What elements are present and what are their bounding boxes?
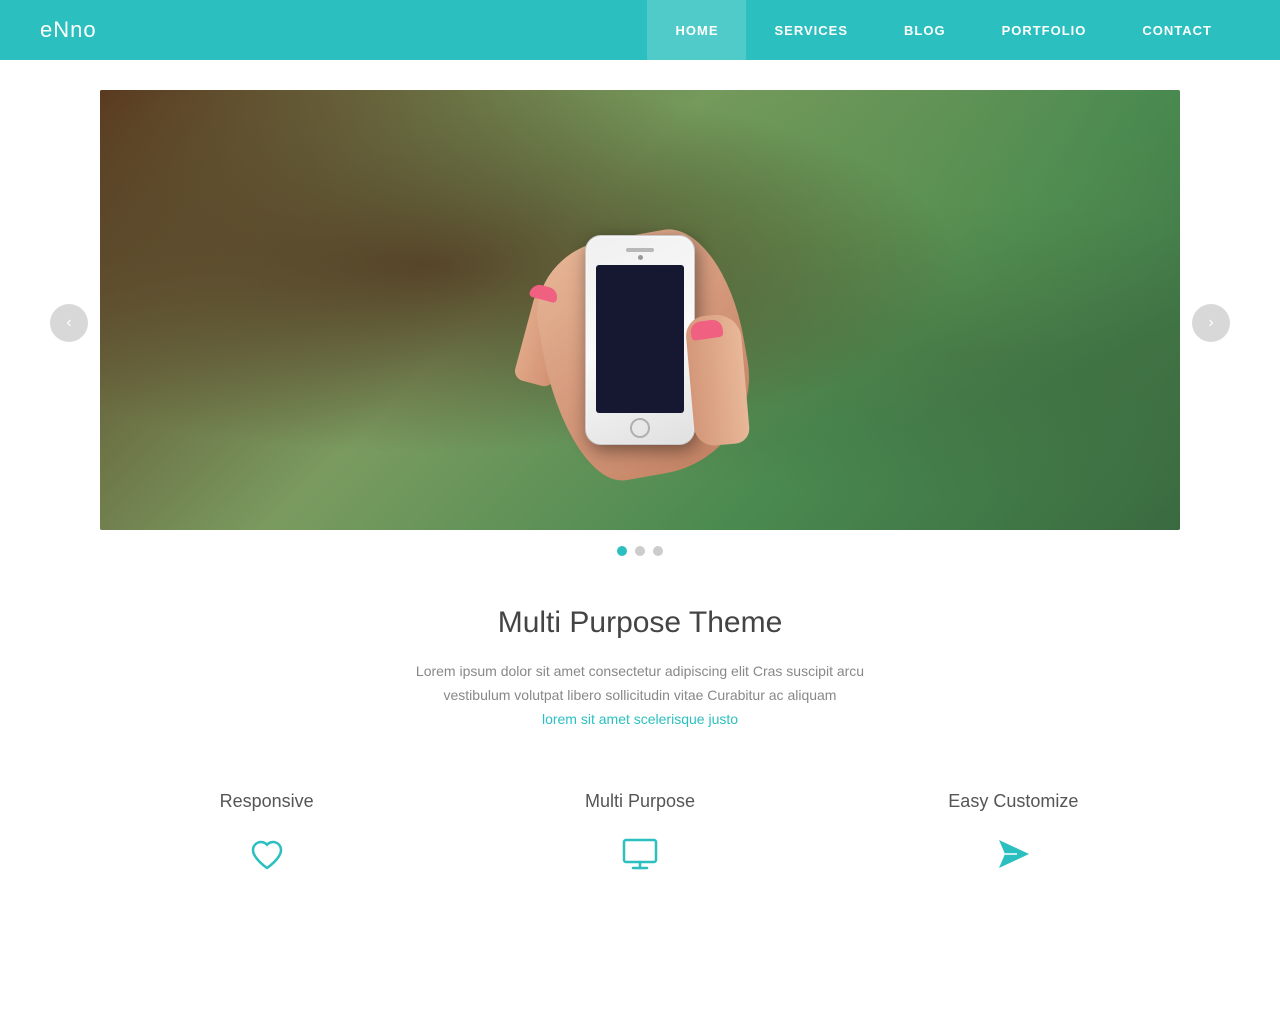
main-description: Lorem ipsum dolor sit amet consectetur a… (390, 660, 890, 731)
slider-dot-1[interactable] (617, 546, 627, 556)
slider-prev-button[interactable]: ‹ (50, 304, 88, 342)
slider-next-button[interactable]: › (1192, 304, 1230, 342)
phone-speaker (626, 248, 654, 252)
nav-contact[interactable]: CONTACT (1114, 0, 1240, 60)
slider-dot-2[interactable] (635, 546, 645, 556)
hero-slider (100, 90, 1180, 530)
nav-links: HOME SERVICES BLOG PORTFOLIO CONTACT (647, 0, 1240, 60)
feature-customize-title: Easy Customize (847, 791, 1180, 812)
phone-home-button (630, 418, 650, 438)
heart-icon (245, 832, 289, 876)
slider-dot-3[interactable] (653, 546, 663, 556)
thumb-nail (689, 319, 723, 341)
features-section: Responsive Multi Purpose Easy Customize (0, 761, 1280, 896)
main-section: Multi Purpose Theme Lorem ipsum dolor si… (0, 556, 1280, 761)
feature-responsive: Responsive (80, 791, 453, 876)
navbar: eNno HOME SERVICES BLOG PORTFOLIO CONTAC… (0, 0, 1280, 60)
feature-multipurpose-title: Multi Purpose (473, 791, 806, 812)
nav-portfolio[interactable]: PORTFOLIO (974, 0, 1115, 60)
main-title: Multi Purpose Theme (20, 606, 1260, 640)
feature-customize: Easy Customize (827, 791, 1200, 876)
feature-customize-icon (847, 832, 1180, 876)
nav-services[interactable]: SERVICES (746, 0, 876, 60)
feature-multipurpose-icon (473, 832, 806, 876)
send-icon (991, 832, 1035, 876)
nav-home[interactable]: HOME (647, 0, 746, 60)
feature-responsive-title: Responsive (100, 791, 433, 812)
phone-camera (638, 255, 643, 260)
feature-responsive-icon (100, 832, 433, 876)
monitor-icon (618, 832, 662, 876)
nav-blog[interactable]: BLOG (876, 0, 974, 60)
phone-screen (596, 265, 684, 413)
thumb-shape (684, 313, 750, 447)
phone-body (585, 235, 695, 445)
slider-dots (100, 546, 1180, 556)
feature-multipurpose: Multi Purpose (453, 791, 826, 876)
logo: eNno (40, 17, 647, 43)
slider-wrapper: ‹ › (100, 90, 1180, 556)
